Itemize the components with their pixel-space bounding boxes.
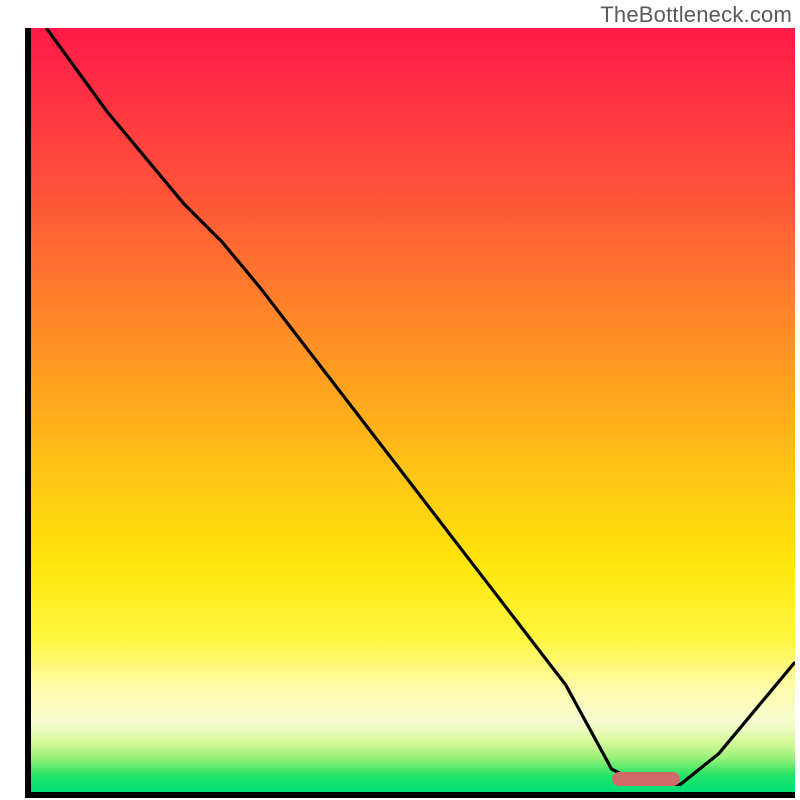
optimal-range-marker xyxy=(612,772,681,786)
watermark-text: TheBottleneck.com xyxy=(600,2,792,28)
gradient-background xyxy=(31,28,795,792)
chart-frame xyxy=(25,28,795,798)
